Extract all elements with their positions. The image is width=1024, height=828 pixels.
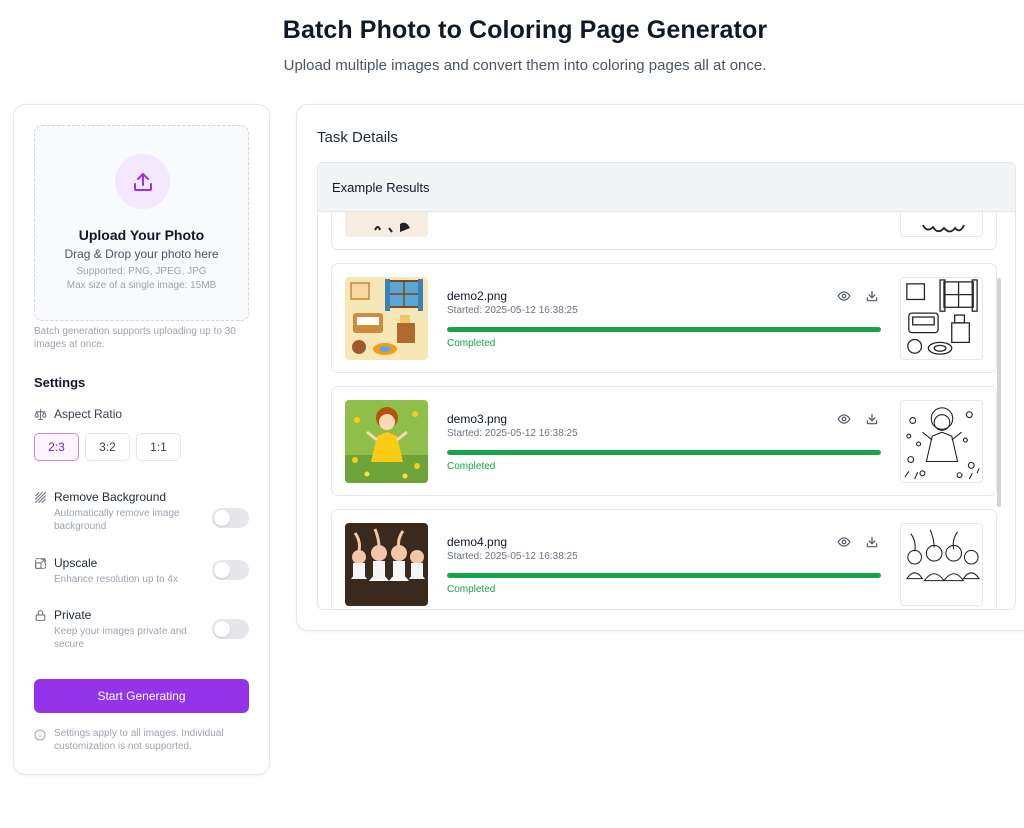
private-option: Private Keep your images private and sec… (34, 608, 249, 651)
result-card: demo3.png Started: 2025-05-12 16:38:25 C… (331, 386, 997, 496)
result-started-time: Started: 2025-05-12 16:38:25 (447, 428, 578, 439)
page-subtitle: Upload multiple images and convert them … (283, 57, 767, 74)
result-card-partial (331, 212, 997, 250)
result-original-thumbnail[interactable] (345, 523, 428, 606)
upload-icon-circle (115, 154, 170, 209)
upload-dropzone[interactable]: Upload Your Photo Drag & Drop your photo… (34, 125, 249, 321)
example-results: Example Results demo2.png Started: 2025-… (317, 162, 1016, 610)
result-progress-fill (447, 573, 881, 578)
result-file-name: demo4.png (447, 535, 508, 549)
start-generating-button[interactable]: Start Generating (34, 679, 249, 713)
upload-drag-text: Drag & Drop your photo here (64, 247, 219, 261)
upscale-label: Upscale (54, 556, 98, 570)
task-details-panel: Task Details Example Results demo2.png S… (296, 104, 1024, 631)
eye-icon[interactable] (837, 289, 851, 303)
download-icon[interactable] (865, 412, 879, 426)
result-progress-bar (447, 450, 881, 455)
remove-background-option: Remove Background Automatically remove i… (34, 490, 249, 533)
aspect-ratio-label: Aspect Ratio (34, 407, 122, 421)
result-started-time: Started: 2025-05-12 16:38:25 (447, 551, 578, 562)
ratio-option-1-1[interactable]: 1:1 (136, 433, 181, 461)
settings-footnote: Settings apply to all images. Individual… (34, 727, 249, 753)
aspect-ratio-options: 2:3 3:2 1:1 (34, 433, 181, 461)
result-actions (837, 289, 879, 303)
result-coloring-thumbnail[interactable] (900, 277, 983, 360)
result-actions (837, 412, 879, 426)
batch-note: Batch generation supports uploading up t… (34, 326, 236, 350)
result-card: demo4.png Started: 2025-05-12 16:38:25 C… (331, 509, 997, 609)
page-title: Batch Photo to Coloring Page Generator (282, 16, 768, 44)
settings-title: Settings (34, 375, 86, 390)
remove-background-toggle[interactable] (212, 508, 249, 528)
result-status: Completed (447, 584, 496, 595)
remove-background-description: Automatically remove image background (54, 508, 180, 532)
result-progress-fill (447, 450, 881, 455)
upload-supported-formats: Supported: PNG, JPEG, JPG (76, 266, 207, 277)
task-details-title: Task Details (317, 129, 398, 146)
private-label: Private (54, 608, 92, 622)
download-icon[interactable] (865, 289, 879, 303)
private-toggle[interactable] (212, 619, 249, 639)
settings-panel: Upload Your Photo Drag & Drop your photo… (13, 104, 270, 775)
lock-icon (34, 609, 47, 622)
results-list[interactable]: demo2.png Started: 2025-05-12 16:38:25 C… (318, 212, 1015, 609)
upload-max-size: Max size of a single image: 15MB (66, 280, 217, 291)
result-status: Completed (447, 461, 496, 472)
footnote-text: Settings apply to all images. Individual… (54, 728, 224, 752)
aspect-ratio-label-text: Aspect Ratio (54, 407, 123, 421)
info-icon (34, 729, 46, 753)
eye-icon[interactable] (837, 535, 851, 549)
ratio-option-2-3[interactable]: 2:3 (34, 433, 79, 461)
remove-background-label: Remove Background (54, 490, 167, 504)
result-original-thumbnail (345, 212, 428, 237)
download-icon[interactable] (865, 535, 879, 549)
upscale-option: Upscale Enhance resolution up to 4x (34, 556, 249, 586)
upscale-icon (34, 557, 47, 570)
upload-icon (133, 172, 152, 191)
upscale-description: Enhance resolution up to 4x (54, 574, 178, 585)
result-original-thumbnail[interactable] (345, 400, 428, 483)
result-progress-bar (447, 327, 881, 332)
result-progress-bar (447, 573, 881, 578)
result-started-time: Started: 2025-05-12 16:38:25 (447, 305, 578, 316)
result-status: Completed (447, 338, 496, 349)
hatch-icon (34, 491, 47, 504)
result-coloring-thumbnail[interactable] (900, 400, 983, 483)
private-description: Keep your images private and secure (54, 626, 187, 650)
result-file-name: demo3.png (447, 412, 508, 426)
result-card: demo2.png Started: 2025-05-12 16:38:25 C… (331, 263, 997, 373)
result-coloring-thumbnail[interactable] (900, 523, 983, 606)
results-scrollbar[interactable] (997, 278, 1001, 507)
result-progress-fill (447, 327, 881, 332)
example-results-header: Example Results (318, 163, 1015, 212)
upscale-toggle[interactable] (212, 560, 249, 580)
result-file-name: demo2.png (447, 289, 508, 303)
upload-title: Upload Your Photo (78, 227, 205, 243)
scale-icon (34, 408, 47, 421)
result-coloring-thumbnail (900, 212, 983, 237)
ratio-option-3-2[interactable]: 3:2 (85, 433, 130, 461)
eye-icon[interactable] (837, 412, 851, 426)
result-original-thumbnail[interactable] (345, 277, 428, 360)
result-actions (837, 535, 879, 549)
